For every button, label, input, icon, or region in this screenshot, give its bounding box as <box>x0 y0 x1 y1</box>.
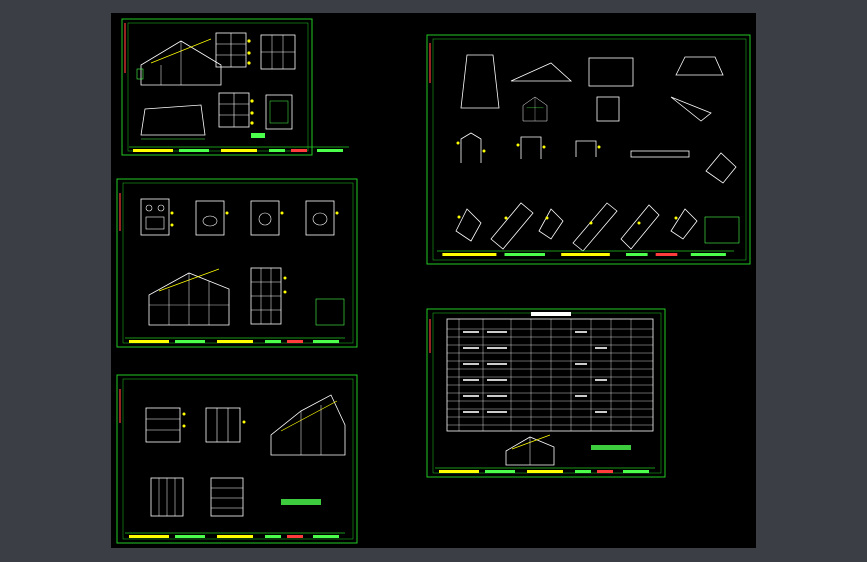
cad-drawing-canvas[interactable] <box>111 13 756 548</box>
drawing-sheet-2[interactable] <box>116 178 358 348</box>
cad-model-viewport[interactable] <box>111 13 756 548</box>
material-schedule-table <box>446 312 654 432</box>
drawing-sheet-4[interactable] <box>426 34 751 265</box>
screen-background <box>0 0 867 562</box>
drawing-sheet-1[interactable] <box>121 18 350 156</box>
drawing-sheet-5[interactable] <box>426 308 666 478</box>
drawing-sheet-3[interactable] <box>116 374 358 544</box>
